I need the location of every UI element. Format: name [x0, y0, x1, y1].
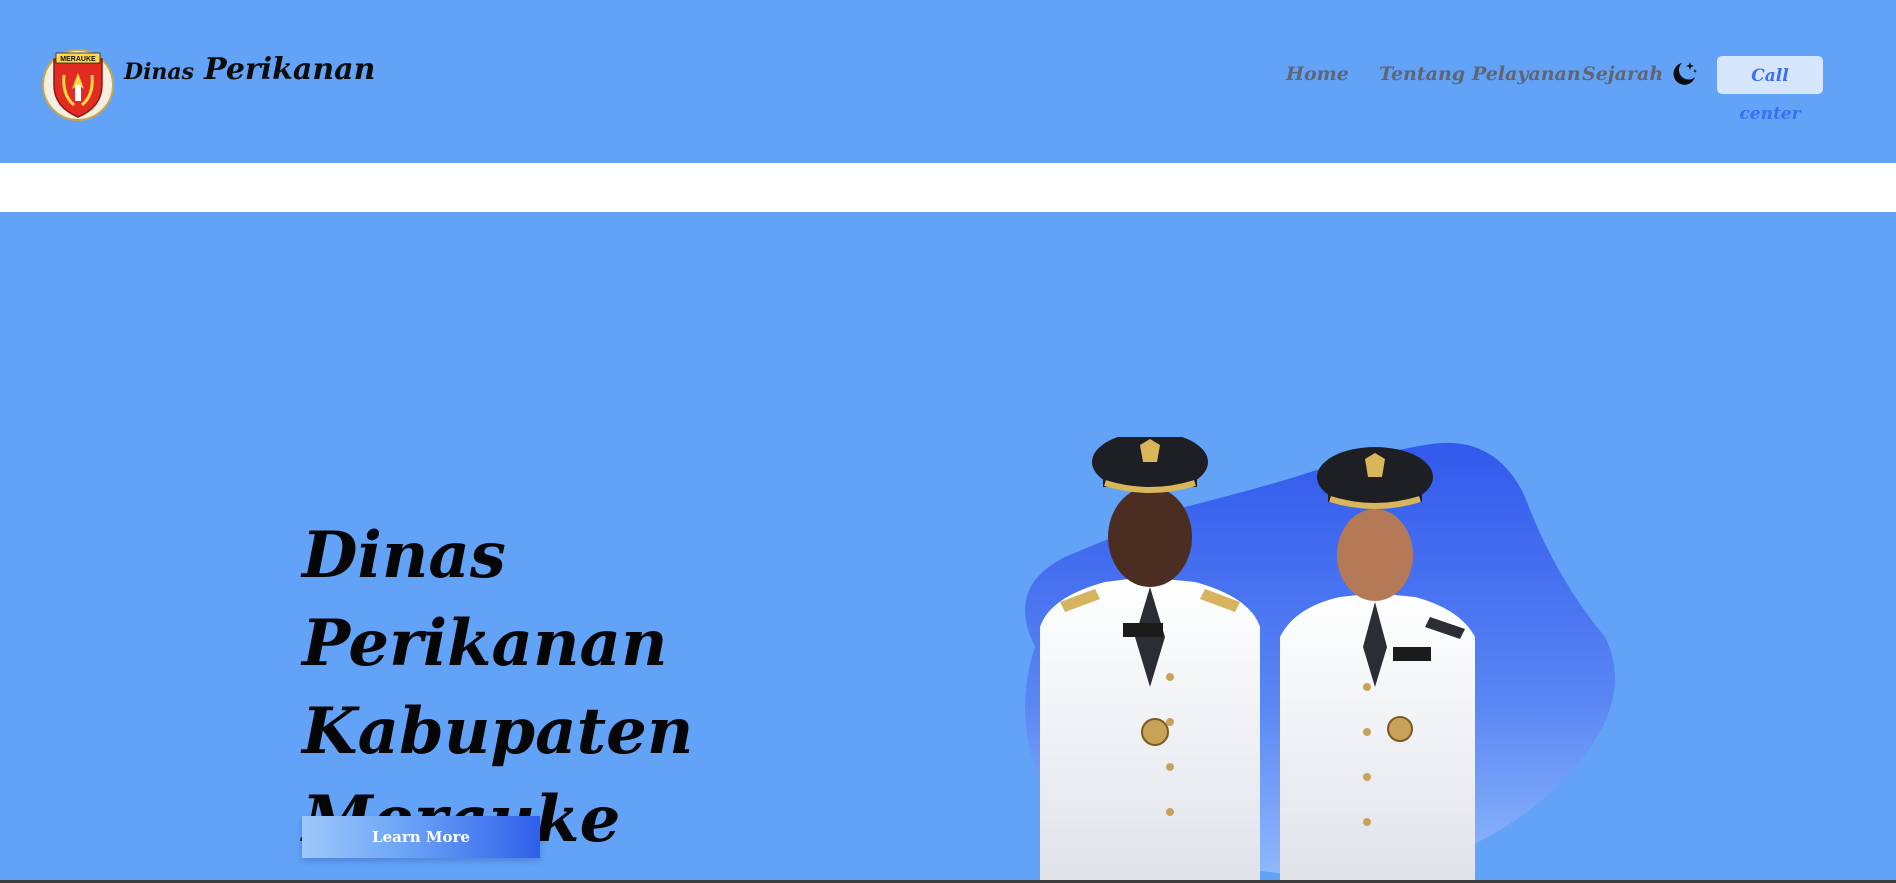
hero-title-line-1: Dinas Perikanan: [302, 518, 668, 681]
brand-small: Dinas: [124, 59, 195, 85]
hero-section: Dinas Perikanan Kabupaten Merauke Learn …: [0, 212, 1896, 882]
moon-stars-icon[interactable]: [1668, 58, 1700, 90]
brand-name[interactable]: Dinas Perikanan: [124, 52, 375, 96]
nav-home[interactable]: Home: [1286, 58, 1349, 90]
call-center-button[interactable]: Call center: [1717, 56, 1823, 124]
learn-more-button[interactable]: Learn More: [302, 816, 540, 858]
logo-text: MERAUKE: [60, 56, 96, 63]
nav-sejarah[interactable]: Sejarah: [1582, 58, 1663, 90]
white-band: [0, 163, 1896, 212]
site-header: MERAUKE Dinas Perikanan Home Tentang Pel…: [0, 0, 1896, 163]
hero-title-line-2: Kabupaten: [302, 694, 694, 769]
brand-big: Perikanan: [204, 52, 376, 87]
officials-portrait: [1025, 437, 1615, 882]
merauke-logo[interactable]: MERAUKE: [42, 45, 114, 123]
hero-title: Dinas Perikanan Kabupaten Merauke: [302, 512, 822, 864]
nav-tentang[interactable]: Tentang: [1379, 58, 1465, 90]
nav-pelayanan[interactable]: Pelayanan: [1472, 58, 1581, 90]
